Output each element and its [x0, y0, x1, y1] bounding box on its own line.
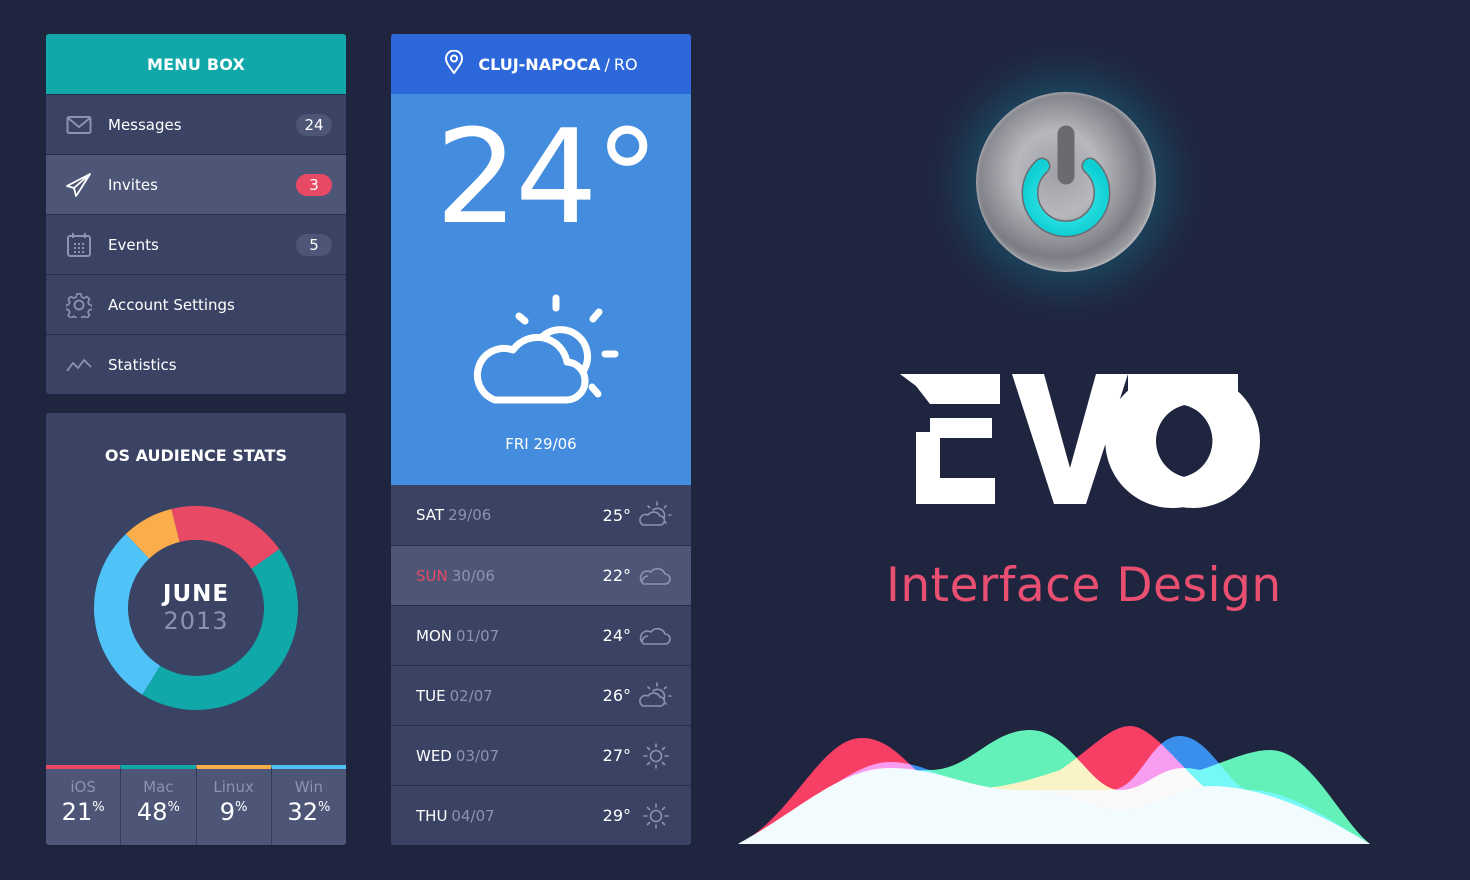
forecast-date: 04/07: [451, 806, 495, 825]
location-separator: /: [604, 54, 610, 74]
partly-cloudy-icon: [639, 681, 672, 707]
forecast-row-mon[interactable]: MON 01/07 24°: [391, 605, 691, 665]
forecast-row-sat[interactable]: SAT 29/06 25°: [391, 485, 691, 545]
forecast-date: 02/07: [449, 686, 493, 705]
forecast-day: SAT: [416, 506, 445, 524]
legend-value: 32%: [287, 798, 331, 826]
menu-item-label: Events: [108, 235, 159, 254]
forecast-day: TUE: [416, 686, 446, 705]
current-weather: 24° FRI 29/06: [391, 94, 691, 485]
messages-count-badge: 24: [296, 113, 332, 136]
legend-label: iOS: [70, 778, 96, 796]
forecast-row-sun[interactable]: SUN 30/06 22°: [391, 545, 691, 605]
cloudy-icon: [639, 627, 671, 645]
forecast-day: SUN: [416, 566, 448, 585]
donut-month: JUNE: [162, 581, 230, 607]
power-button[interactable]: [976, 92, 1156, 272]
menu-item-account-settings[interactable]: Account Settings: [46, 274, 346, 334]
legend-value: 9%: [219, 798, 248, 826]
forecast-temp: 26°: [602, 686, 631, 705]
weather-widget: CLUJ-NAPOCA / RO 24° FRI 29/06 SAT 29/06 2…: [391, 34, 691, 845]
legend-label: Mac: [143, 778, 174, 796]
legend-value: 21%: [61, 798, 105, 826]
forecast-temp: 25°: [602, 505, 631, 525]
forecast-temp: 29°: [602, 806, 631, 825]
forecast-date: 01/07: [455, 626, 500, 645]
donut-year: 2013: [163, 607, 229, 635]
forecast-date: 30/06: [451, 566, 495, 585]
legend-label: Linux: [213, 778, 254, 796]
os-audience-stats-card: OS AUDIENCE STATS JUNE 2013 iOS 21% Mac …: [46, 413, 346, 845]
menu-item-invites[interactable]: Invites 3: [46, 154, 346, 214]
forecast-day: WED: [416, 746, 452, 765]
forecast-date: 29/06: [448, 506, 492, 524]
forecast-date: 03/07: [455, 746, 500, 765]
menu-item-events[interactable]: Events 5: [46, 214, 346, 274]
legend-linux: Linux 9%: [195, 765, 271, 845]
calendar-icon: [66, 232, 92, 258]
stats-title: OS AUDIENCE STATS: [104, 446, 288, 465]
forecast-day: THU: [416, 806, 448, 825]
menu-item-messages[interactable]: Messages 24: [46, 94, 346, 154]
gear-icon: [66, 292, 92, 318]
tagline: Interface Design: [886, 558, 1282, 613]
forecast-row-wed[interactable]: WED 03/07 27°: [391, 725, 691, 785]
menu-item-label: Statistics: [108, 355, 177, 374]
forecast-temp: 24°: [602, 626, 631, 645]
forecast-day: MON: [416, 626, 452, 645]
os-legend: iOS 21% Mac 48% Linux 9% Win 32%: [46, 765, 346, 845]
forecast-row-thu[interactable]: THU 04/07 29°: [391, 785, 691, 845]
power-icon: [1021, 125, 1111, 238]
current-temperature: 24°: [435, 101, 659, 253]
cloudy-icon: [639, 567, 671, 585]
forecast-temp: 27°: [602, 746, 631, 765]
forecast-row-tue[interactable]: TUE 02/07 26°: [391, 665, 691, 725]
partly-cloudy-icon: [473, 294, 619, 404]
sun-icon: [643, 802, 669, 829]
weather-location-header[interactable]: CLUJ-NAPOCA / RO: [391, 34, 691, 94]
city-name: CLUJ-NAPOCA: [478, 54, 601, 74]
legend-mac: Mac 48%: [120, 765, 196, 845]
events-count-badge: 5: [296, 233, 332, 256]
sun-icon: [643, 742, 669, 769]
country-code: RO: [613, 54, 638, 74]
partly-cloudy-icon: [639, 501, 672, 526]
legend-ios: iOS 21%: [46, 765, 121, 845]
donut-center: JUNE 2013: [93, 505, 299, 711]
menu-item-statistics[interactable]: Statistics: [46, 334, 346, 394]
legend-label: Win: [294, 778, 323, 796]
current-date: FRI 29/06: [505, 435, 577, 453]
legend-win: Win 32%: [270, 765, 346, 845]
evo-logo: EVO: [900, 373, 1260, 508]
paper-plane-icon: [66, 172, 92, 198]
forecast-temp: 22°: [602, 566, 631, 585]
line-chart-icon: [66, 352, 92, 378]
menu-box-title: MENU BOX: [46, 34, 346, 94]
menu-item-label: Account Settings: [108, 295, 235, 314]
menu-box: MENU BOX Messages 24 Invites 3 Events 5 …: [46, 34, 346, 394]
forecast-list: SAT 29/06 25° SUN 30/06 22° MON 01/07 24° TUE 02/0…: [391, 485, 691, 845]
legend-value: 48%: [136, 798, 180, 826]
location-pin-icon: [444, 49, 464, 78]
envelope-icon: [66, 112, 92, 138]
menu-item-label: Messages: [108, 115, 182, 134]
invites-count-badge: 3: [296, 173, 332, 196]
menu-item-label: Invites: [108, 175, 158, 194]
decorative-waves: [738, 726, 1370, 844]
